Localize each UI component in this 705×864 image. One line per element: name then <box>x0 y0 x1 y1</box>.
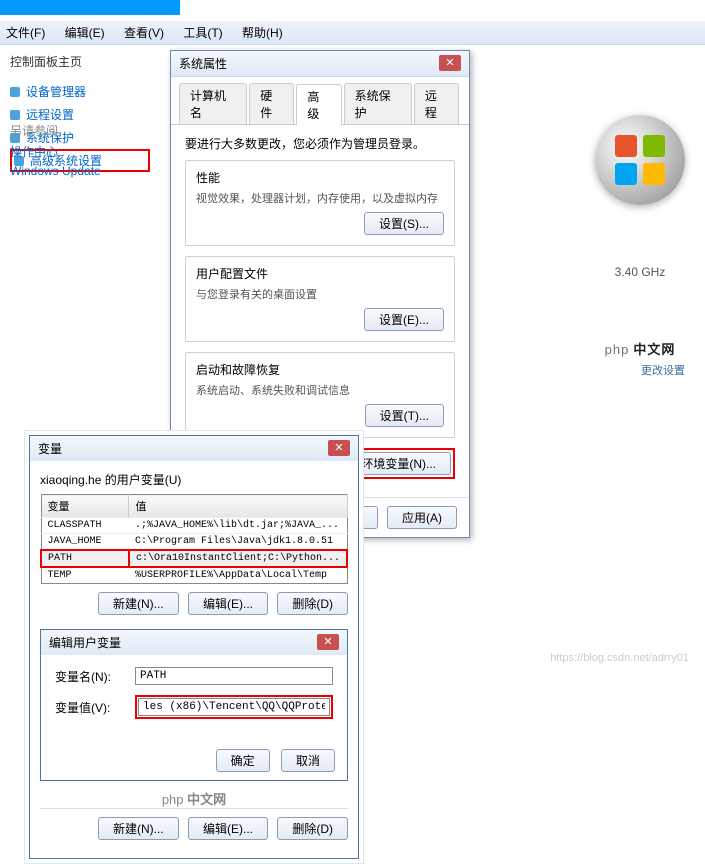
action-center-link[interactable]: 操作中心 <box>10 141 101 162</box>
table-row[interactable]: CLASSPATH.;%JAVA_HOME%\lib\dt.jar;%JAVA_… <box>41 518 347 534</box>
col-name[interactable]: 变量 <box>41 495 129 518</box>
user-vars-table[interactable]: 变量 值 CLASSPATH.;%JAVA_HOME%\lib\dt.jar;%… <box>40 494 348 584</box>
edit-dialog-title: 编辑用户变量 <box>49 634 121 651</box>
env-dialog-title: 变量 <box>38 440 62 457</box>
change-settings-link[interactable]: 更改设置 <box>595 358 685 378</box>
sys-edit-button[interactable]: 编辑(E)... <box>188 817 268 840</box>
env-titlebar: 变量 ✕ <box>30 436 358 461</box>
profile-settings-button[interactable]: 设置(E)... <box>364 308 444 331</box>
edit-ok-button[interactable]: 确定 <box>216 749 270 772</box>
close-icon[interactable]: ✕ <box>328 440 350 456</box>
env-screenshot: 变量 ✕ xiaoqing.he 的用户变量(U) 变量 值 CLASSPATH… <box>24 430 364 864</box>
sidebar-item-label: 设备管理器 <box>26 83 86 100</box>
menu-tools[interactable]: 工具(T) <box>183 26 222 40</box>
windows-logo <box>595 115 685 205</box>
edit-cancel-button[interactable]: 取消 <box>281 749 335 772</box>
dialog-titlebar: 系统属性 ✕ <box>171 51 469 77</box>
col-value[interactable]: 值 <box>129 495 347 518</box>
profile-group: 用户配置文件 与您登录有关的桌面设置 设置(E)... <box>185 256 455 342</box>
edit-user-variable-dialog: 编辑用户变量 ✕ 变量名(N): 变量值(V): 确定 取消 <box>40 629 348 781</box>
performance-text: 视觉效果，处理器计划，内存使用，以及虚拟内存 <box>196 190 444 206</box>
profile-text: 与您登录有关的桌面设置 <box>196 286 444 302</box>
close-icon[interactable]: ✕ <box>317 634 339 650</box>
performance-settings-button[interactable]: 设置(S)... <box>364 212 444 235</box>
var-value-label: 变量值(V): <box>55 699 135 716</box>
dialog-title: 系统属性 <box>179 55 227 72</box>
startup-text: 系统启动、系统失败和调试信息 <box>196 382 444 398</box>
watermark: https://blog.csdn.net/adrry01 <box>550 652 689 664</box>
env-dialog: 变量 ✕ xiaoqing.he 的用户变量(U) 变量 值 CLASSPATH… <box>29 435 359 859</box>
edit-titlebar: 编辑用户变量 ✕ <box>41 630 347 655</box>
table-row[interactable]: JAVA_HOMEC:\Program Files\Java\jdk1.8.0.… <box>41 534 347 551</box>
right-area: 3.40 GHz php中文网 更改设置 <box>595 115 685 378</box>
sys-delete-button[interactable]: 删除(D) <box>277 817 348 840</box>
var-value-row: 变量值(V): <box>55 695 333 719</box>
delete-button[interactable]: 删除(D) <box>277 592 348 615</box>
var-name-row: 变量名(N): <box>55 667 333 685</box>
close-icon[interactable]: ✕ <box>439 55 461 71</box>
tabs: 计算机名 硬件 高级 系统保护 远程 <box>171 77 469 125</box>
new-button[interactable]: 新建(N)... <box>98 592 179 615</box>
control-panel-home[interactable]: 控制面板主页 <box>10 53 150 70</box>
cpu-speed: 3.40 GHz <box>595 265 685 279</box>
left-panel: 控制面板主页 设备管理器 远程设置 系统保护 高级系统设置 另请参阅 操作中心 … <box>0 45 160 180</box>
see-also-label: 另请参阅 <box>10 120 101 141</box>
windows-flag-icon <box>615 135 665 185</box>
edit-button[interactable]: 编辑(E)... <box>188 592 268 615</box>
startup-settings-button[interactable]: 设置(T)... <box>365 404 444 427</box>
tab-protection[interactable]: 系统保护 <box>344 83 412 124</box>
profile-title: 用户配置文件 <box>196 265 444 282</box>
var-value-input[interactable] <box>138 698 330 716</box>
var-name-label: 变量名(N): <box>55 668 135 685</box>
sidebar-item-device-manager[interactable]: 设备管理器 <box>10 80 150 103</box>
startup-title: 启动和故障恢复 <box>196 361 444 378</box>
menu-help[interactable]: 帮助(H) <box>242 26 283 40</box>
tab-computer-name[interactable]: 计算机名 <box>179 83 247 124</box>
apply-button[interactable]: 应用(A) <box>387 506 457 529</box>
env-body: xiaoqing.he 的用户变量(U) 变量 值 CLASSPATH.;%JA… <box>30 461 358 858</box>
tab-hardware[interactable]: 硬件 <box>249 83 294 124</box>
sidebar-bottom: 另请参阅 操作中心 Windows Update <box>10 120 101 180</box>
phpcn-logo: php 中文网 <box>40 789 348 808</box>
menubar: 文件(F) 编辑(E) 查看(V) 工具(T) 帮助(H) <box>0 21 705 45</box>
tab-advanced[interactable]: 高级 <box>296 84 341 125</box>
admin-note: 要进行大多数更改，您必须作为管理员登录。 <box>185 135 455 152</box>
main-area: 控制面板主页 设备管理器 远程设置 系统保护 高级系统设置 另请参阅 操作中心 … <box>0 45 705 400</box>
menu-edit[interactable]: 编辑(E) <box>65 26 105 40</box>
bullet-icon <box>10 110 20 120</box>
sys-new-button[interactable]: 新建(N)... <box>98 817 179 840</box>
performance-group: 性能 视觉效果，处理器计划，内存使用，以及虚拟内存 设置(S)... <box>185 160 455 246</box>
table-row[interactable]: TEMP%USERPROFILE%\AppData\Local\Temp <box>41 567 347 584</box>
windows-update-link[interactable]: Windows Update <box>10 162 101 180</box>
performance-title: 性能 <box>196 169 444 186</box>
phpcn-logo: php中文网 <box>595 339 685 358</box>
var-name-input[interactable] <box>135 667 333 685</box>
edit-footer: 确定 取消 <box>41 741 347 780</box>
top-blue-bar <box>0 0 180 15</box>
table-row-path[interactable]: PATHc:\Ora10InstantClient;C:\Python... <box>41 550 347 567</box>
tab-remote[interactable]: 远程 <box>414 83 459 124</box>
startup-group: 启动和故障恢复 系统启动、系统失败和调试信息 设置(T)... <box>185 352 455 438</box>
menu-file[interactable]: 文件(F) <box>6 26 45 40</box>
table-header-row: 变量 值 <box>41 495 347 518</box>
bullet-icon <box>10 87 20 97</box>
menu-view[interactable]: 查看(V) <box>124 26 164 40</box>
user-vars-buttons: 新建(N)... 编辑(E)... 删除(D) <box>40 584 348 623</box>
sys-vars-buttons: 新建(N)... 编辑(E)... 删除(D) <box>40 808 348 848</box>
user-vars-label: xiaoqing.he 的用户变量(U) <box>40 471 348 488</box>
